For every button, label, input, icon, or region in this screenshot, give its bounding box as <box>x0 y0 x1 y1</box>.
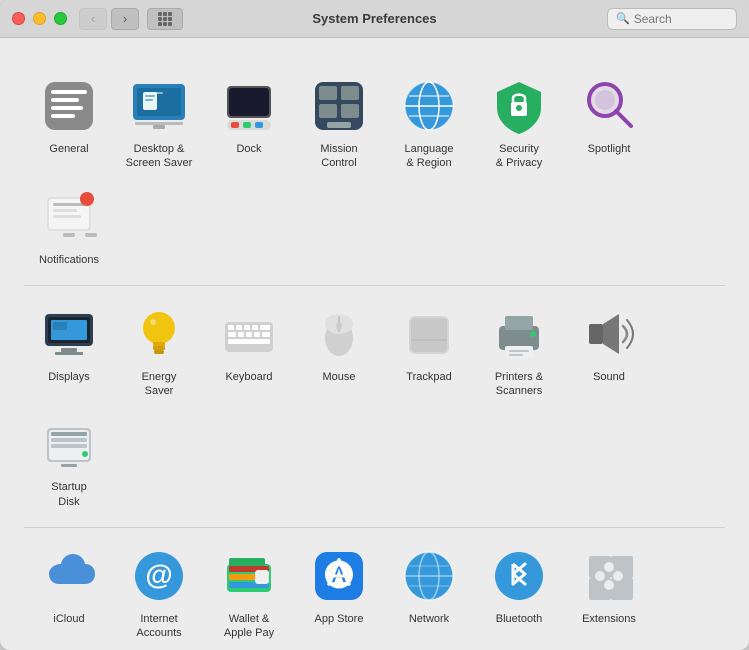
language-icon <box>399 76 459 136</box>
trackpad-pref[interactable]: Trackpad <box>384 296 474 407</box>
mouse-pref[interactable]: Mouse <box>294 296 384 407</box>
app-store-icon: 🅐 <box>309 546 369 606</box>
spotlight-pref[interactable]: Spotlight <box>564 68 654 179</box>
search-icon: 🔍 <box>616 12 630 25</box>
dock-label: Dock <box>236 142 261 156</box>
language-pref[interactable]: Language& Region <box>384 68 474 179</box>
mouse-icon <box>309 304 369 364</box>
icloud-label: iCloud <box>53 612 84 626</box>
wallet-label: Wallet &Apple Pay <box>224 612 274 641</box>
notifications-pref[interactable]: Notifications <box>24 179 114 275</box>
mission-control-pref[interactable]: MissionControl <box>294 68 384 179</box>
svg-text:@: @ <box>145 559 172 590</box>
bluetooth-label: Bluetooth <box>496 612 542 626</box>
extensions-pref[interactable]: Extensions <box>564 538 654 649</box>
mission-control-label: MissionControl <box>320 142 357 171</box>
desktop-icon <box>129 76 189 136</box>
network-label: Network <box>409 612 449 626</box>
window-title: System Preferences <box>312 11 436 26</box>
icloud-pref[interactable]: iCloud <box>24 538 114 649</box>
notifications-label: Notifications <box>39 253 99 267</box>
grid-button[interactable] <box>147 8 183 30</box>
forward-button[interactable]: › <box>111 8 139 30</box>
startup-icon <box>39 414 99 474</box>
sound-pref[interactable]: Sound <box>564 296 654 407</box>
nav-buttons: ‹ › <box>79 8 183 30</box>
icloud-icon <box>39 546 99 606</box>
sound-icon <box>579 304 639 364</box>
energy-label: EnergySaver <box>142 370 177 399</box>
printers-pref[interactable]: Printers &Scanners <box>474 296 564 407</box>
back-button[interactable]: ‹ <box>79 8 107 30</box>
trackpad-label: Trackpad <box>406 370 451 384</box>
preferences-content: General Deskto <box>0 38 749 650</box>
security-icon <box>489 76 549 136</box>
security-label: Security& Privacy <box>496 142 542 171</box>
startup-label: StartupDisk <box>51 480 86 509</box>
internet-accounts-pref[interactable]: @ InternetAccounts <box>114 538 204 649</box>
sound-label: Sound <box>593 370 625 384</box>
startup-pref[interactable]: StartupDisk <box>24 406 114 517</box>
general-icon <box>39 76 99 136</box>
printers-label: Printers &Scanners <box>495 370 543 399</box>
hardware-section: Displays EnergySaver <box>24 286 725 528</box>
maximize-button[interactable] <box>54 12 67 25</box>
bluetooth-pref[interactable]: Bluetooth <box>474 538 564 649</box>
extensions-icon <box>579 546 639 606</box>
general-label: General <box>49 142 88 156</box>
internet-section: iCloud @ InternetAccounts <box>24 528 725 650</box>
dock-pref[interactable]: Dock <box>204 68 294 179</box>
internet-accounts-icon: @ <box>129 546 189 606</box>
mouse-label: Mouse <box>322 370 355 384</box>
energy-icon <box>129 304 189 364</box>
keyboard-icon <box>219 304 279 364</box>
energy-pref[interactable]: EnergySaver <box>114 296 204 407</box>
spotlight-label: Spotlight <box>588 142 631 156</box>
displays-label: Displays <box>48 370 90 384</box>
desktop-label: Desktop &Screen Saver <box>126 142 193 171</box>
system-preferences-window: ‹ › System Preferences 🔍 <box>0 0 749 650</box>
printers-icon <box>489 304 549 364</box>
dock-icon <box>219 76 279 136</box>
wallet-pref[interactable]: Wallet &Apple Pay <box>204 538 294 649</box>
wallet-icon <box>219 546 279 606</box>
search-input[interactable] <box>634 12 728 26</box>
language-label: Language& Region <box>405 142 454 171</box>
network-pref[interactable]: Network <box>384 538 474 649</box>
notifications-icon <box>39 187 99 247</box>
keyboard-label: Keyboard <box>225 370 272 384</box>
titlebar: ‹ › System Preferences 🔍 <box>0 0 749 38</box>
keyboard-pref[interactable]: Keyboard <box>204 296 294 407</box>
general-pref[interactable]: General <box>24 68 114 179</box>
close-button[interactable] <box>12 12 25 25</box>
search-box[interactable]: 🔍 <box>607 8 737 30</box>
bluetooth-icon <box>489 546 549 606</box>
app-store-pref[interactable]: 🅐 App Store <box>294 538 384 649</box>
displays-icon <box>39 304 99 364</box>
spotlight-icon <box>579 76 639 136</box>
trackpad-icon <box>399 304 459 364</box>
app-store-label: App Store <box>315 612 364 626</box>
desktop-pref[interactable]: Desktop &Screen Saver <box>114 68 204 179</box>
personal-section: General Deskto <box>24 58 725 286</box>
network-icon <box>399 546 459 606</box>
mission-control-icon <box>309 76 369 136</box>
extensions-label: Extensions <box>582 612 636 626</box>
security-pref[interactable]: Security& Privacy <box>474 68 564 179</box>
minimize-button[interactable] <box>33 12 46 25</box>
displays-pref[interactable]: Displays <box>24 296 114 407</box>
traffic-lights <box>12 12 67 25</box>
internet-accounts-label: InternetAccounts <box>136 612 181 641</box>
